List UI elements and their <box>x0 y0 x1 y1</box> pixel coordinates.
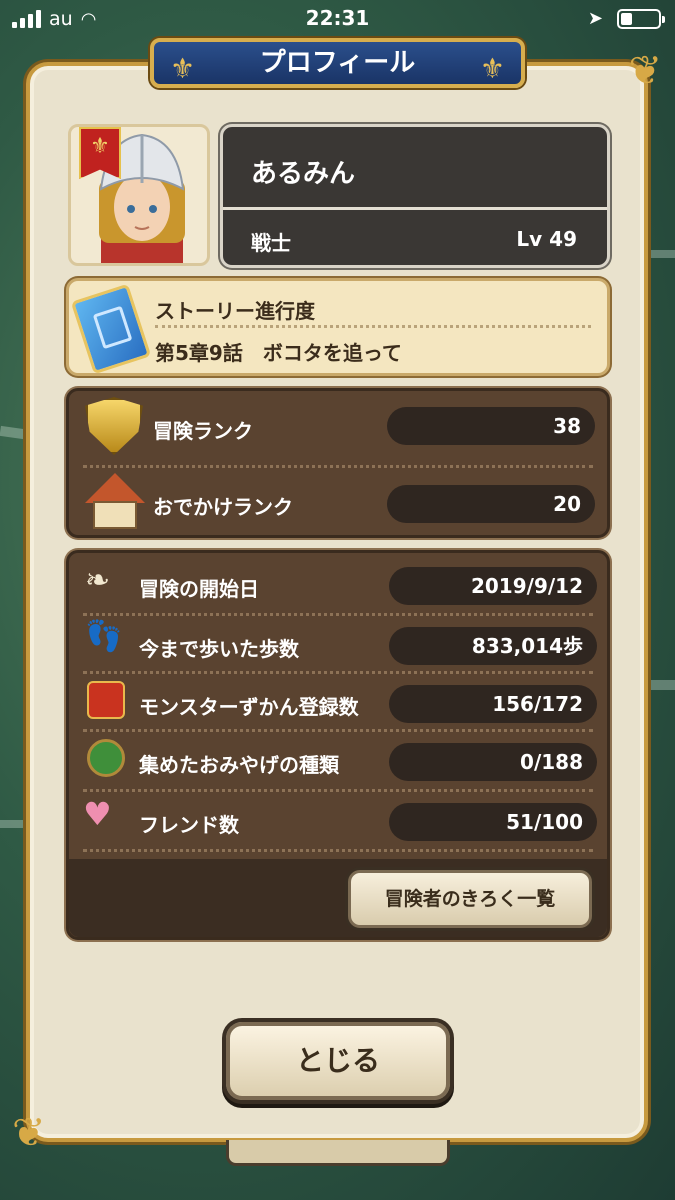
record-value: 51/100 <box>389 803 597 841</box>
fleur-icon: ⚜ <box>479 52 505 85</box>
corner-ornament-icon: ❦ <box>628 48 662 94</box>
book-icon <box>70 283 152 375</box>
rank-value: 20 <box>387 485 595 523</box>
story-value: 第5章9話 ボコタを追って <box>155 341 402 365</box>
location-arrow-icon: ➤ <box>587 8 603 29</box>
japan-map-icon <box>87 739 125 777</box>
rank-panel: 冒険ランク 38 おでかけランク 20 <box>66 388 610 538</box>
story-label: ストーリー進行度 <box>155 299 315 323</box>
record-label: 今まで歩いた歩数 <box>139 637 299 661</box>
player-level: Lv 49 <box>516 227 577 251</box>
rank-label: 冒険ランク <box>153 419 253 443</box>
monster-book-icon <box>87 681 125 719</box>
records-list-button[interactable]: 冒険者のきろく一覧 <box>348 870 592 928</box>
rank-value: 38 <box>387 407 595 445</box>
clock: 22:31 <box>305 6 370 30</box>
footprints-icon: 👣 <box>85 619 123 654</box>
handshake-icon: ♥ <box>83 795 112 833</box>
player-info: あるみん 戦士 Lv 49 <box>220 124 610 268</box>
battery-icon <box>617 8 665 29</box>
close-button[interactable]: とじる <box>226 1022 450 1100</box>
record-label: モンスターずかん登録数 <box>139 695 359 719</box>
record-value: 2019/9/12 <box>389 567 597 605</box>
dialog-title: ⚜ プロフィール ⚜ <box>150 38 525 88</box>
house-icon <box>85 473 145 531</box>
record-label: 集めたおみやげの種類 <box>139 753 339 777</box>
corner-ornament-icon: ❦ <box>12 1110 46 1156</box>
story-progress: ストーリー進行度 第5章9話 ボコタを追って <box>66 278 610 376</box>
record-value: 833,014歩 <box>389 627 597 665</box>
rank-label: おでかけランク <box>153 495 293 519</box>
player-job: 戦士 <box>251 231 291 255</box>
record-value: 0/188 <box>389 743 597 781</box>
status-bar: au ◠ 22:31 ➤ <box>0 0 675 40</box>
shield-icon <box>85 397 143 455</box>
record-value: 156/172 <box>389 685 597 723</box>
underlying-button-edge <box>226 1140 450 1166</box>
wing-icon: ❧ <box>85 563 111 598</box>
fleur-icon: ⚜ <box>170 52 196 85</box>
player-name: あるみん <box>251 159 356 189</box>
record-label: フレンド数 <box>139 813 239 837</box>
avatar: ⚜ <box>68 124 210 266</box>
record-label: 冒険の開始日 <box>139 577 259 601</box>
